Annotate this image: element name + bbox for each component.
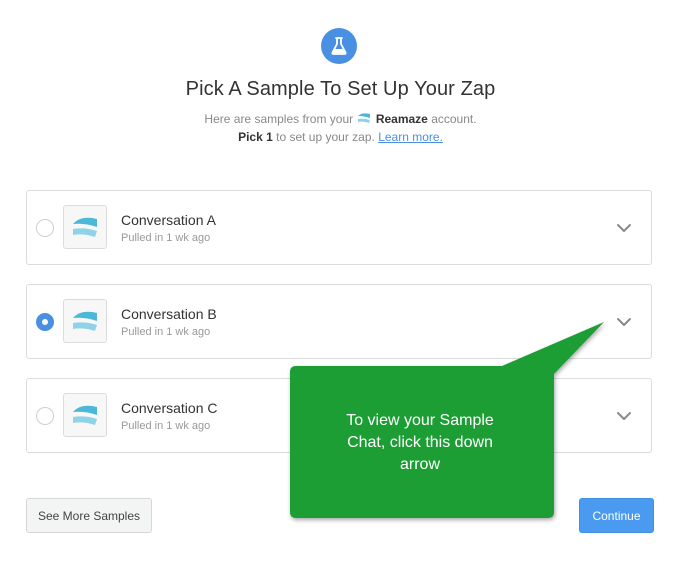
sample-radio-a[interactable] (36, 219, 54, 237)
callout-line-1: To view your Sample (346, 412, 494, 429)
sample-card-a[interactable]: Conversation A Pulled in 1 wk ago (26, 190, 652, 265)
app-name: Reamaze (375, 112, 428, 126)
subtitle-line-2: Pick 1 to set up your zap. Learn more. (0, 128, 681, 146)
chevron-down-icon[interactable] (615, 407, 633, 425)
pick-count: Pick 1 (238, 130, 273, 144)
page-subtitle: Here are samples from your Reamaze accou… (0, 110, 681, 146)
callout-line-3: arrow (399, 456, 440, 473)
page-title: Pick A Sample To Set Up Your Zap (185, 78, 496, 100)
sample-card-b[interactable]: Conversation B Pulled in 1 wk ago (26, 284, 652, 359)
flask-icon (321, 28, 357, 64)
sample-name: Conversation A (121, 212, 216, 228)
sample-radio-b[interactable] (36, 313, 54, 331)
sample-meta: Pulled in 1 wk ago (121, 232, 211, 244)
sample-meta: Pulled in 1 wk ago (121, 420, 211, 432)
reamaze-logo-icon (63, 299, 107, 343)
callout-line-2: Chat, click this down (347, 434, 493, 451)
sample-radio-c[interactable] (36, 407, 54, 425)
chevron-down-icon[interactable] (615, 313, 633, 331)
see-more-samples-button[interactable]: See More Samples (26, 498, 152, 533)
reamaze-logo-icon (63, 205, 107, 249)
sample-meta: Pulled in 1 wk ago (121, 326, 211, 338)
subtitle-suffix: account. (431, 112, 477, 126)
continue-button[interactable]: Continue (579, 498, 654, 533)
reamaze-logo-icon (63, 393, 107, 437)
sample-name: Conversation B (121, 306, 217, 322)
sample-name: Conversation C (121, 400, 218, 416)
chevron-down-icon[interactable] (615, 219, 633, 237)
callout-text: To view your Sample Chat, click this dow… (292, 410, 548, 476)
learn-more-link[interactable]: Learn more. (378, 130, 443, 144)
reamaze-logo-icon (358, 113, 371, 123)
subtitle-prefix: Here are samples from your (204, 112, 354, 126)
pick-suffix: to set up your zap. (276, 130, 375, 144)
subtitle-line-1: Here are samples from your Reamaze accou… (0, 110, 681, 128)
